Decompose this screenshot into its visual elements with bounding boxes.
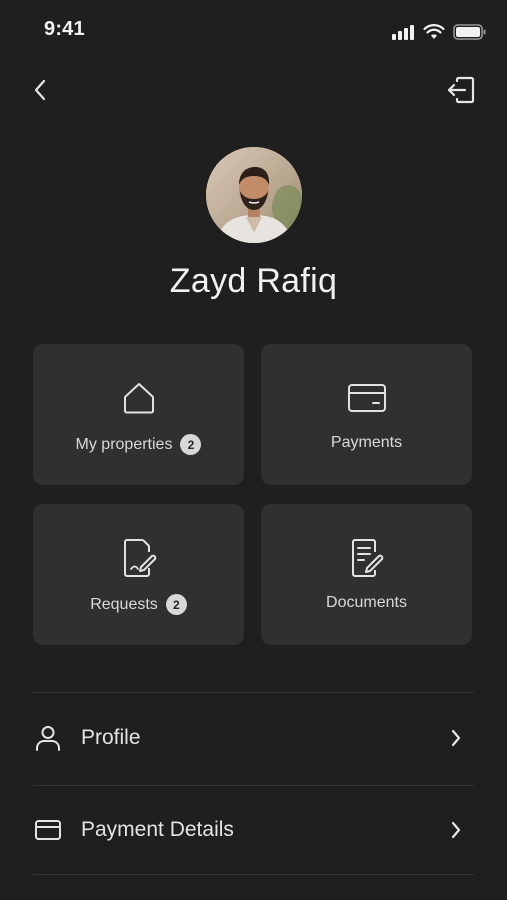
- tile-documents[interactable]: Documents: [261, 504, 472, 645]
- menu-item-payment-details[interactable]: Payment Details: [33, 800, 474, 860]
- house-icon: [119, 378, 159, 418]
- tile-payments[interactable]: Payments: [261, 344, 472, 485]
- tile-my-properties[interactable]: My properties 2: [33, 344, 244, 485]
- logout-button[interactable]: [443, 72, 479, 108]
- card-icon: [33, 815, 63, 845]
- tile-label: Requests: [90, 595, 158, 613]
- logout-icon: [447, 76, 475, 104]
- avatar[interactable]: [206, 147, 302, 243]
- menu-item-label: Profile: [81, 726, 141, 749]
- count-badge: 2: [165, 594, 187, 615]
- tile-label: Documents: [326, 594, 407, 611]
- tile-requests[interactable]: Requests 2: [33, 504, 244, 645]
- status-icons: [391, 22, 487, 42]
- count-badge: 2: [180, 434, 202, 455]
- divider: [33, 785, 474, 786]
- tile-label: My properties: [75, 435, 173, 453]
- person-icon: [33, 723, 63, 753]
- back-button[interactable]: [22, 72, 58, 108]
- card-icon: [347, 378, 387, 418]
- menu-item-label: Payment Details: [81, 818, 234, 841]
- chevron-right-icon: [444, 726, 468, 750]
- document-edit-icon: [347, 538, 387, 578]
- status-time: 9:41: [44, 18, 85, 40]
- tile-label: Payments: [330, 434, 403, 451]
- divider: [33, 692, 474, 693]
- battery-icon: [453, 24, 486, 40]
- wifi-icon: [423, 24, 445, 39]
- user-name: Zayd Rafiq: [169, 262, 338, 300]
- divider: [33, 874, 474, 875]
- avatar-photo: [206, 147, 302, 243]
- signal-icon: [392, 25, 414, 40]
- chevron-right-icon: [444, 818, 468, 842]
- chevron-left-icon: [34, 79, 46, 101]
- document-sign-icon: [119, 538, 159, 578]
- menu-item-profile[interactable]: Profile: [33, 708, 474, 768]
